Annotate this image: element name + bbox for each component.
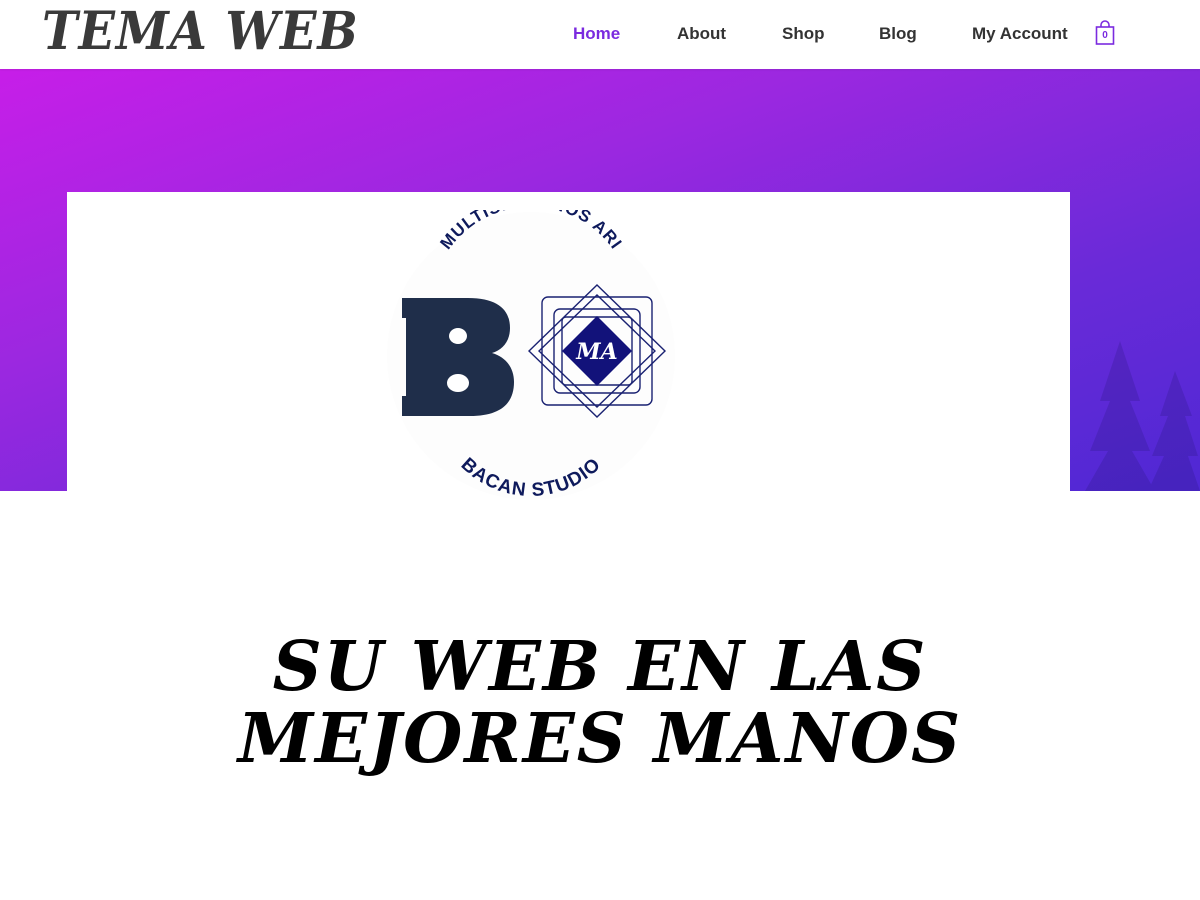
nav-item-blog[interactable]: Blog <box>879 22 917 46</box>
nav-item-shop[interactable]: Shop <box>782 22 825 46</box>
nav-item-about[interactable]: About <box>677 22 726 46</box>
cart-button[interactable]: 0 <box>1095 20 1115 46</box>
site-header: TEMA WEB Home About Shop Blog My Account… <box>0 0 1200 69</box>
logo-b-letter <box>402 298 514 416</box>
studio-logo: MULTISERVICIOS ARI BACAN STUDIO MA <box>386 192 676 502</box>
headline-line-2: MEJORES MANOS <box>237 698 963 779</box>
logo-emblem-text: MA <box>575 339 617 365</box>
trees-decoration <box>1085 341 1200 491</box>
headline-line-1: SU WEB EN LAS <box>272 626 928 707</box>
studio-logo-image: MULTISERVICIOS ARI BACAN STUDIO MA <box>387 192 675 501</box>
nav-item-my-account[interactable]: My Account <box>972 22 1068 46</box>
hero-headline: SU WEB EN LAS MEJORES MANOS <box>0 631 1200 775</box>
nav-item-home[interactable]: Home <box>573 22 620 46</box>
cart-count: 0 <box>1102 30 1108 41</box>
main-nav: Home About Shop Blog My Account <box>0 22 1200 48</box>
